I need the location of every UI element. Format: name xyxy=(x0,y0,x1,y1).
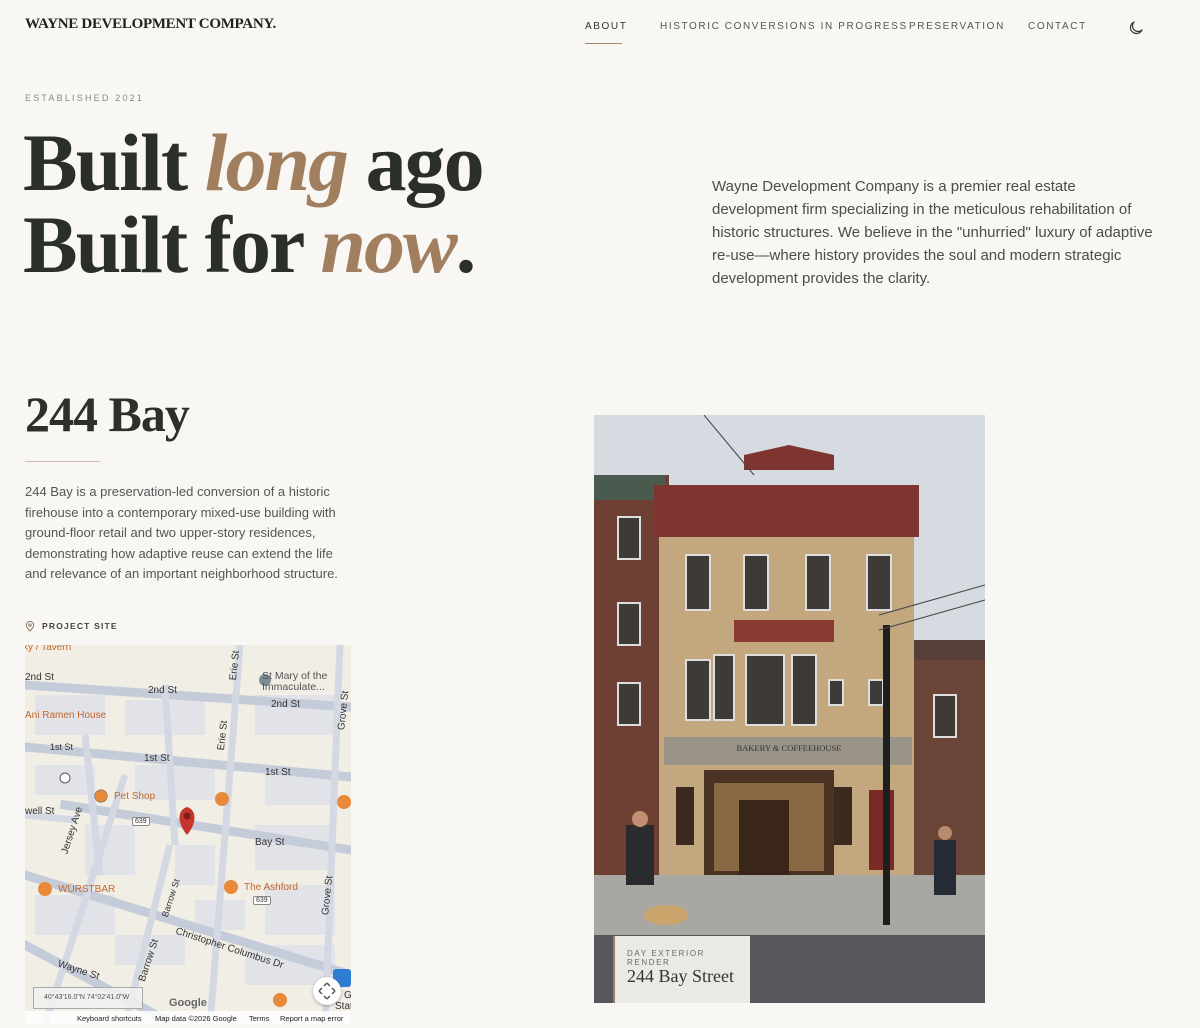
hero-line-1: Built long ago xyxy=(23,117,485,208)
terms-link[interactable]: Terms xyxy=(249,1014,269,1023)
bakery-sign: BAKERY & COFFEEHOUSE xyxy=(736,743,841,753)
map-label: ky / Tavern xyxy=(25,645,72,653)
intro-paragraph: Wayne Development Company is a premier r… xyxy=(712,178,1153,287)
project-divider xyxy=(25,461,100,462)
map-label: 1st St xyxy=(50,742,74,752)
fullscreen-button[interactable] xyxy=(313,977,341,1005)
map-label: Pet Shop xyxy=(114,791,156,802)
nav-active-underline xyxy=(585,43,622,44)
photo-caption: DAY EXTERIOR RENDER 244 Bay Street xyxy=(613,936,750,1003)
coordinates-readout: 40°43'16.0"N 74°02'41.0"W xyxy=(33,987,143,1009)
logo[interactable]: WAYNE DEVELOPMENT COMPANY. xyxy=(25,16,276,33)
nav-contact[interactable]: CONTACT xyxy=(1028,21,1087,32)
map-data-credit: Map data ©2026 Google xyxy=(155,1014,237,1023)
keyboard-shortcuts-link[interactable]: Keyboard shortcuts xyxy=(77,1014,142,1023)
map-label: well St xyxy=(25,806,55,817)
project-description: 244 Bay is a preservation-led conversion… xyxy=(25,484,338,581)
nav-historic-conversions[interactable]: HISTORIC CONVERSIONS IN PROGRESS xyxy=(660,21,908,32)
site-header: WAYNE DEVELOPMENT COMPANY. ABOUT HISTORI… xyxy=(0,0,1200,64)
map-label: 2nd St xyxy=(25,672,54,683)
map-label: Bay St xyxy=(255,837,285,848)
map-label: Ani Ramen House xyxy=(25,710,107,721)
location-pin-icon xyxy=(25,620,35,632)
map-label: 1st St xyxy=(144,753,170,764)
nav-about[interactable]: ABOUT xyxy=(585,21,627,32)
nav-preservation[interactable]: PRESERVATION xyxy=(909,21,1005,32)
route-shield: 639 xyxy=(253,896,271,905)
map-label: 2nd St xyxy=(271,699,300,710)
project-photo: BAKERY & COFFEEHOUSE xyxy=(594,415,985,1003)
established-kicker: ESTABLISHED 2021 xyxy=(25,93,145,103)
project-map[interactable]: ky / Tavern 2nd St 2nd St 2nd St Erie St… xyxy=(25,645,351,1025)
caption-title: 244 Bay Street xyxy=(627,966,734,986)
map-label: Immaculate... xyxy=(262,681,326,693)
report-map-error-link[interactable]: Report a map error xyxy=(280,1014,343,1023)
move-arrows-icon xyxy=(318,982,336,1000)
hero-headline: Built long ago Built for now. xyxy=(23,117,485,290)
map-label: WÜRSTBAR xyxy=(58,884,116,895)
hero-line-2: Built for now. xyxy=(23,199,476,290)
map-footer: Keyboard shortcuts Map data ©2026 Google… xyxy=(25,1011,351,1025)
map-label: 2nd St xyxy=(148,685,177,696)
moon-icon[interactable] xyxy=(1127,19,1145,37)
google-logo: Google xyxy=(169,997,207,1009)
caption-kicker: DAY EXTERIOR RENDER xyxy=(627,949,706,967)
map-label: 1st St xyxy=(265,767,291,778)
route-shield: 639 xyxy=(132,817,150,826)
building-illustration: BAKERY & COFFEEHOUSE xyxy=(594,415,985,1003)
map-label: The Ashford xyxy=(244,882,298,893)
map-label: G xyxy=(344,990,351,1001)
project-title: 244 Bay xyxy=(25,386,190,442)
project-site-label: PROJECT SITE xyxy=(25,620,118,632)
